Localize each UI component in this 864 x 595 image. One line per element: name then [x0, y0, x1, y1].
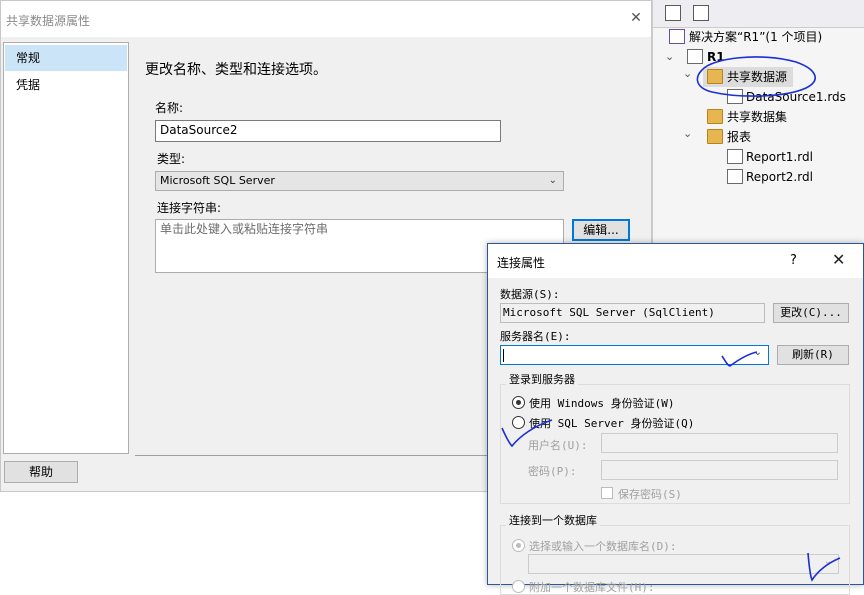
- nav-item-credentials[interactable]: 凭据: [5, 72, 127, 98]
- tree-item-label: DataSource1.rds: [746, 90, 846, 104]
- text-cursor: [503, 349, 504, 362]
- folder-open-icon: [707, 69, 723, 84]
- chevron-down-icon: ⌄: [823, 556, 832, 567]
- username-label: 用户名(U):: [528, 439, 588, 452]
- auth-windows-label: 使用 Windows 身份验证(W): [529, 397, 675, 410]
- type-select[interactable]: Microsoft SQL Server ⌄: [155, 171, 564, 191]
- auth-sql-label: 使用 SQL Server 身份验证(Q): [529, 417, 695, 430]
- tree-item-label: 共享数据集: [727, 110, 788, 124]
- solution-node[interactable]: 解决方案“R1”(1 个项目): [667, 27, 863, 47]
- auth-sql-radio[interactable]: [512, 416, 525, 429]
- close-icon[interactable]: ✕: [832, 250, 845, 269]
- conn-string-label: 连接字符串:: [157, 201, 222, 215]
- folder-icon: [707, 109, 723, 124]
- datasource-label: 数据源(S):: [500, 288, 560, 301]
- help-button[interactable]: 帮助: [4, 461, 78, 483]
- datasource-value: Microsoft SQL Server (SqlClient): [500, 303, 765, 323]
- solution-explorer: 解决方案“R1”(1 个项目) ⌄ R1 共享数据源 ⌄ DataSource1…: [652, 0, 864, 248]
- solution-label: 解决方案“R1”(1 个项目): [689, 30, 823, 44]
- project-icon: [687, 49, 703, 64]
- refresh-button[interactable]: 刷新(R): [777, 345, 849, 365]
- tree-item-report1[interactable]: Report1.rdl: [727, 147, 864, 167]
- chevron-down-icon[interactable]: ⌄: [683, 127, 692, 140]
- db-attach-label: 附加一个数据库文件(H):: [529, 581, 655, 594]
- page-heading: 更改名称、类型和连接选项。: [145, 62, 327, 78]
- db-select-label: 选择或输入一个数据库名(D):: [529, 540, 677, 553]
- chevron-down-icon[interactable]: ⌄: [754, 347, 762, 358]
- collapse-all-icon[interactable]: [665, 5, 681, 21]
- type-select-value: Microsoft SQL Server: [160, 174, 275, 187]
- tree-item-report2[interactable]: Report2.rdl: [727, 167, 864, 187]
- server-label: 服务器名(E):: [500, 330, 571, 343]
- dialog-titlebar: 连接属性 ? ✕: [488, 244, 863, 278]
- login-group-title: 登录到服务器: [506, 371, 578, 387]
- connection-properties-dialog: 连接属性 ? ✕ 数据源(S): Microsoft SQL Server (S…: [487, 243, 864, 595]
- dialog-titlebar: 共享数据源属性 ✕: [1, 1, 651, 37]
- tree-item-datasource1[interactable]: DataSource1.rds: [727, 87, 864, 107]
- solution-toolbar: [653, 0, 864, 28]
- chevron-down-icon[interactable]: ⌄: [683, 67, 692, 80]
- database-group-title: 连接到一个数据库: [506, 512, 600, 528]
- solution-icon: [669, 29, 685, 44]
- close-icon[interactable]: ✕: [627, 9, 645, 27]
- username-input[interactable]: [601, 433, 838, 453]
- database-combobox[interactable]: ⌄: [528, 554, 839, 574]
- project-label: R1: [707, 50, 725, 64]
- tree-item-reports[interactable]: 报表: [705, 127, 845, 147]
- nav-pane: 常规 凭据: [3, 42, 129, 454]
- chevron-down-icon: ⌄: [548, 175, 557, 186]
- save-password-checkbox[interactable]: [601, 487, 613, 499]
- name-label: 名称:: [155, 101, 184, 115]
- dialog-title: 连接属性: [497, 256, 546, 270]
- db-select-radio[interactable]: [512, 539, 525, 552]
- server-combobox[interactable]: ⌄: [500, 345, 769, 365]
- nav-item-general[interactable]: 常规: [5, 45, 127, 71]
- type-label: 类型:: [157, 152, 186, 166]
- password-label: 密码(P):: [528, 465, 577, 478]
- properties-icon[interactable]: [693, 5, 709, 21]
- chevron-down-icon[interactable]: ⌄: [665, 47, 674, 67]
- tree-item-label: 共享数据源: [727, 70, 788, 84]
- help-icon[interactable]: ?: [790, 253, 797, 268]
- db-attach-radio[interactable]: [512, 580, 525, 593]
- tree-item-label: 报表: [727, 130, 752, 144]
- report-file-icon: [727, 169, 743, 184]
- dialog-title: 共享数据源属性: [6, 14, 91, 28]
- project-node[interactable]: ⌄ R1: [665, 47, 861, 67]
- tree-item-shared-datasets[interactable]: 共享数据集: [705, 107, 845, 127]
- report-file-icon: [727, 149, 743, 164]
- folder-open-icon: [707, 129, 723, 144]
- name-input[interactable]: DataSource2: [155, 120, 501, 142]
- save-password-label: 保存密码(S): [618, 488, 682, 501]
- auth-windows-radio[interactable]: [512, 396, 525, 409]
- edit-button[interactable]: 编辑...: [572, 219, 630, 241]
- tree-item-label: Report1.rdl: [746, 150, 813, 164]
- change-button[interactable]: 更改(C)...: [773, 303, 849, 323]
- tree-item-shared-datasources[interactable]: 共享数据源: [703, 67, 793, 87]
- tree-item-label: Report2.rdl: [746, 170, 813, 184]
- password-input[interactable]: [601, 460, 838, 480]
- data-source-file-icon: [727, 89, 743, 104]
